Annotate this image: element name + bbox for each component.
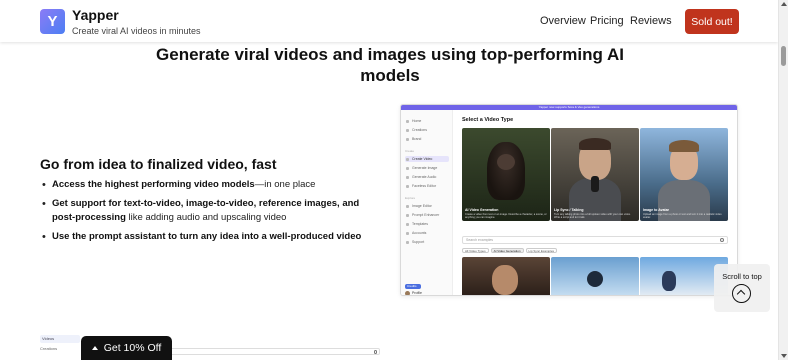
preview-sidebar-item: Create Video xyxy=(405,156,449,162)
feature-list: Access the highest performing video mode… xyxy=(40,178,370,249)
sold-out-button[interactable]: Sold out! xyxy=(685,9,739,34)
search-icon xyxy=(373,350,377,354)
card-label: AI Video Generation xyxy=(465,208,499,212)
preview-sidebar-head: Create xyxy=(405,149,415,153)
card-desc: Turn any talking photo into a full spoke… xyxy=(554,213,631,219)
brand-name[interactable]: Yapper xyxy=(72,7,119,23)
preview-row: Creations xyxy=(40,346,58,351)
microphone-icon xyxy=(591,176,599,192)
scroll-to-top-label: Scroll to top xyxy=(722,272,762,281)
preview-filter: AI Video Generation xyxy=(490,248,524,253)
preview-sidebar-item: Prompt Enhancer xyxy=(405,212,449,218)
nav-reviews[interactable]: Reviews xyxy=(630,15,672,27)
preview-sidebar-item: Generate Image xyxy=(405,165,449,171)
search-icon xyxy=(720,238,724,242)
preview-sidebar-item: Support xyxy=(405,239,449,245)
preview-card-avatar: Image to Avatar Upload an image from a p… xyxy=(640,128,728,221)
preview-filter: Lip Sync Examples xyxy=(525,248,558,253)
feature-rest: —in one place xyxy=(254,179,316,190)
preview-sidebar-item: Home xyxy=(405,118,449,124)
caret-up-icon xyxy=(91,346,98,350)
chevron-up-glyph xyxy=(736,289,746,299)
page-headline: Generate viral videos and images using t… xyxy=(156,45,624,85)
preview-filters: All Video Types AI Video Generation Lip … xyxy=(462,248,558,253)
thumb-figure xyxy=(662,271,676,291)
gorilla-face xyxy=(497,154,515,170)
preview-sidebar-item: Accounts xyxy=(405,230,449,236)
scroll-up-arrow-icon[interactable] xyxy=(781,2,787,6)
preview-sidebar-item: Faceless Editor xyxy=(405,183,449,189)
brand-tagline: Create viral AI videos in minutes xyxy=(72,26,201,36)
app-preview-screenshot: Yapper now supports Sora & Veo generatio… xyxy=(400,104,738,296)
feature-rest: like adding audio and upscaling video xyxy=(125,212,287,223)
card-desc: Create a video from text or an image. De… xyxy=(465,213,547,219)
scroll-down-arrow-icon[interactable] xyxy=(781,354,787,358)
preview-thumb xyxy=(462,257,550,295)
preview-sidebar: Home Creations Brand Create Create Video… xyxy=(401,110,453,295)
preview-credits-label: Credits xyxy=(407,284,417,288)
preview-title: Select a Video Type xyxy=(462,117,514,123)
gorilla-figure xyxy=(487,142,525,200)
scroll-thumb[interactable] xyxy=(781,46,786,66)
preview-credits-badge: Credits xyxy=(405,284,421,289)
logo-letter: Y xyxy=(47,13,58,30)
feature-bold: Access the highest performing video mode… xyxy=(52,179,255,190)
feature-bold: Use the prompt assistant to turn any ide… xyxy=(52,231,362,242)
preview-sidebar-item: Creations xyxy=(405,127,449,133)
preview-search-bar xyxy=(170,348,380,355)
chevron-up-icon[interactable] xyxy=(732,284,751,303)
preview-search-placeholder: Search examples xyxy=(466,238,494,242)
thumb-figure xyxy=(587,271,603,287)
preview-search: Search examples xyxy=(462,236,728,244)
nav-overview[interactable]: Overview xyxy=(540,15,586,27)
feature-item: Access the highest performing video mode… xyxy=(40,178,370,192)
preview-tab: Videos xyxy=(40,335,80,343)
preview-sidebar-item: Image Editor xyxy=(405,203,449,209)
preview-profile: Profile xyxy=(405,291,422,295)
avatar-hair xyxy=(669,140,699,152)
preview-filter: All Video Types xyxy=(462,248,489,253)
discount-label: Get 10% Off xyxy=(103,342,162,354)
preview-sidebar-item: Brand xyxy=(405,136,449,142)
card-label: Image to Avatar xyxy=(643,208,669,212)
scroll-to-top-button[interactable]: Scroll to top xyxy=(714,264,770,312)
page-scrollbar[interactable] xyxy=(778,0,788,360)
discount-tab[interactable]: Get 10% Off xyxy=(81,336,172,360)
thumb-face xyxy=(492,265,518,295)
preview-sidebar-item: Templates xyxy=(405,221,449,227)
yapper-logo[interactable]: Y xyxy=(40,9,65,34)
site-header: Y Yapper Create viral AI videos in minut… xyxy=(0,0,778,42)
card-desc: Upload an image from a photo or text and… xyxy=(643,213,722,219)
preview-sidebar-head: Explore xyxy=(405,196,416,200)
section-title: Go from idea to finalized video, fast xyxy=(40,156,277,172)
feature-item: Get support for text-to-video, image-to-… xyxy=(40,197,370,225)
preview-card-speaker: Lip Sync / Talking Turn any talking phot… xyxy=(551,128,639,221)
preview-card-gorilla: AI Video Generation Create a video from … xyxy=(462,128,550,221)
preview-thumb xyxy=(551,257,639,295)
card-label: Lip Sync / Talking xyxy=(554,208,584,212)
nav-pricing[interactable]: Pricing xyxy=(590,15,624,27)
preview-sidebar-item: Generate Audio xyxy=(405,174,449,180)
feature-item: Use the prompt assistant to turn any ide… xyxy=(40,230,370,244)
speaker-hair xyxy=(579,138,611,150)
